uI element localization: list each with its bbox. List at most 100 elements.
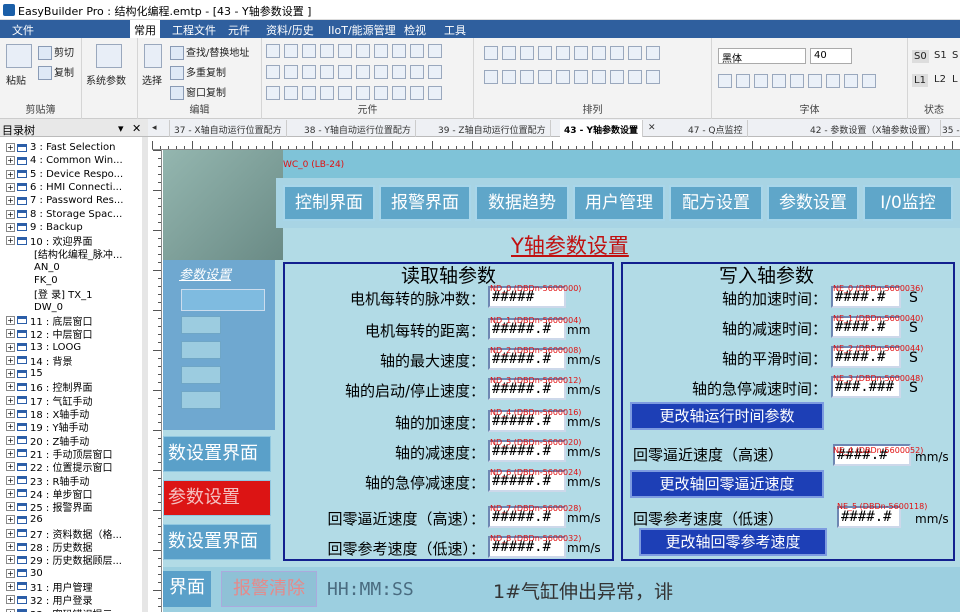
expand-icon[interactable]: + xyxy=(6,222,15,232)
tree-item[interactable]: +8 : Storage Spac... xyxy=(6,208,122,221)
tree-item[interactable]: FK_0 xyxy=(34,274,58,287)
status-s0[interactable]: S0 xyxy=(912,50,929,63)
element-icons-row3[interactable] xyxy=(266,86,442,100)
tab-window-1[interactable]: 38 - Y轴自动运行位置配方 xyxy=(300,120,416,137)
tree-item[interactable]: +22 : 位置提示窗口 xyxy=(6,460,112,474)
tree-item[interactable]: +9 : Backup xyxy=(6,221,83,234)
tab-scroll-left-icon[interactable]: ◂ xyxy=(148,120,170,137)
tree-item[interactable]: +31 : 用户管理 xyxy=(6,580,92,594)
expand-icon[interactable]: + xyxy=(6,409,15,418)
tab-close-icon[interactable]: ✕ xyxy=(644,120,660,137)
tree-item[interactable]: +18 : X轴手动 xyxy=(6,407,89,421)
expand-icon[interactable]: + xyxy=(6,581,15,591)
expand-icon[interactable]: + xyxy=(6,196,15,206)
tree-item[interactable]: +19 : Y轴手动 xyxy=(6,420,89,434)
change-home-reference-button[interactable]: 更改轴回零参考速度 xyxy=(639,528,827,556)
tree-item[interactable]: +16 : 控制界面 xyxy=(6,380,92,394)
status-s1[interactable]: S1 xyxy=(934,50,947,61)
expand-icon[interactable]: + xyxy=(6,382,15,392)
param-setting-button[interactable]: 参数设置 xyxy=(163,480,271,516)
menu-tools[interactable]: 工具 xyxy=(444,22,466,38)
window-copy-button[interactable]: 窗口复制 xyxy=(170,84,226,100)
expand-icon[interactable]: + xyxy=(6,448,15,458)
expand-icon[interactable]: + xyxy=(6,169,15,179)
menu-view[interactable]: 检视 xyxy=(404,22,426,38)
tree-item[interactable]: +33 : 密码错误提示 xyxy=(6,607,112,612)
expand-icon[interactable]: + xyxy=(6,395,15,405)
expand-icon[interactable]: + xyxy=(6,355,15,365)
expand-icon[interactable]: + xyxy=(6,342,15,352)
tree-item[interactable]: +25 : 报警界面 xyxy=(6,500,92,514)
tree-item[interactable]: +20 : Z轴手动 xyxy=(6,434,89,448)
menu-home[interactable]: 常用 xyxy=(130,20,160,38)
expand-icon[interactable]: + xyxy=(6,236,15,246)
multi-copy-button[interactable]: 多重复制 xyxy=(170,64,226,80)
expand-icon[interactable]: + xyxy=(6,435,15,445)
expand-icon[interactable]: + xyxy=(6,475,15,485)
expand-icon[interactable]: + xyxy=(6,595,15,605)
tree-item[interactable]: +14 : 背景 xyxy=(6,354,72,368)
element-icons-row1[interactable] xyxy=(266,44,442,58)
param-page-button-2[interactable]: 数设置界面 xyxy=(163,524,271,560)
expand-icon[interactable]: + xyxy=(6,555,15,565)
tree-item[interactable]: +17 : 气缸手动 xyxy=(6,394,92,408)
expand-icon[interactable]: + xyxy=(6,542,15,551)
expand-icon[interactable]: + xyxy=(6,329,15,339)
status-l3[interactable]: L xyxy=(952,74,958,85)
font-size-select[interactable]: 40 xyxy=(810,48,852,64)
expand-icon[interactable]: + xyxy=(6,488,15,498)
expand-icon[interactable]: + xyxy=(6,528,15,538)
expand-icon[interactable]: + xyxy=(6,502,15,512)
side-input[interactable] xyxy=(181,289,265,311)
tree-item[interactable]: +13 : LOOG xyxy=(6,341,81,354)
tree-item[interactable]: +3 : Fast Selection xyxy=(6,141,115,154)
expand-icon[interactable]: + xyxy=(6,608,15,612)
expand-icon[interactable]: + xyxy=(6,422,15,432)
nav-button-6[interactable]: I/0监控 xyxy=(863,185,953,221)
nav-button-3[interactable]: 用户管理 xyxy=(573,185,665,221)
tab-window-4[interactable]: 47 - Q点监控 xyxy=(684,120,748,137)
tree-item[interactable]: +5 : Device Respo... xyxy=(6,168,123,181)
font-name-select[interactable]: 黑体 xyxy=(718,48,806,65)
arrange-icons-row2[interactable] xyxy=(484,70,660,84)
tree-item[interactable]: +12 : 中层窗口 xyxy=(6,327,92,341)
tree-item[interactable]: +26 xyxy=(6,513,43,526)
menu-file[interactable]: 文件 xyxy=(12,22,34,38)
select-button[interactable]: 选择 xyxy=(142,72,162,87)
tree-item[interactable]: +24 : 单步窗口 xyxy=(6,487,92,501)
tree-item[interactable]: DW_0 xyxy=(34,301,63,314)
menu-iiot[interactable]: IIoT/能源管理 xyxy=(328,22,396,38)
tree-item[interactable]: AN_0 xyxy=(34,261,60,274)
expand-icon[interactable]: + xyxy=(6,369,15,379)
tree-item[interactable]: +11 : 底层窗口 xyxy=(6,314,92,328)
tree-item[interactable]: +29 : 历史数据顾层... xyxy=(6,553,122,567)
tree-item[interactable]: +28 : 历史数据 xyxy=(6,540,92,554)
paste-button[interactable]: 粘贴 xyxy=(6,72,26,87)
expand-icon[interactable]: + xyxy=(6,156,15,166)
tab-window-2[interactable]: 39 - Z轴自动运行位置配方 xyxy=(434,120,551,137)
nav-button-4[interactable]: 配方设置 xyxy=(669,185,763,221)
tree-close-icon[interactable]: ✕ xyxy=(132,122,141,135)
expand-icon[interactable]: + xyxy=(6,315,15,325)
tree-scrollbar[interactable] xyxy=(142,137,148,612)
change-run-time-button[interactable]: 更改轴运行时间参数 xyxy=(630,402,824,430)
tree-item[interactable]: +32 : 用户登录 xyxy=(6,593,92,607)
expand-icon[interactable]: + xyxy=(6,568,15,578)
menu-project[interactable]: 工程文件 xyxy=(172,22,216,38)
expand-icon[interactable]: + xyxy=(6,515,15,525)
cut-button[interactable]: 剪切 xyxy=(38,44,74,60)
expand-icon[interactable]: + xyxy=(6,462,15,472)
nav-button-0[interactable]: 控制界面 xyxy=(283,185,375,221)
param-page-button-1[interactable]: 数设置界面 xyxy=(163,436,271,472)
tree-item[interactable]: [登 录] TX_1 xyxy=(34,287,92,301)
alarm-clear-button[interactable]: 报警清除 xyxy=(221,571,317,607)
design-canvas[interactable]: WC_0 (LB-24) Y轴参数设置 参数设置 数设置界面 参数设置 数设置界… xyxy=(163,150,960,612)
element-icons-row2[interactable] xyxy=(266,65,442,79)
tree-item[interactable]: +30 xyxy=(6,567,43,580)
expand-icon[interactable]: + xyxy=(6,143,15,152)
status-s2[interactable]: S xyxy=(952,50,958,61)
status-l2[interactable]: L2 xyxy=(934,74,946,85)
tree-item[interactable]: +6 : HMI Connecti... xyxy=(6,181,122,194)
system-param-button[interactable]: 系统参数 xyxy=(86,72,126,87)
change-home-approach-button[interactable]: 更改轴回零逼近速度 xyxy=(630,470,824,498)
